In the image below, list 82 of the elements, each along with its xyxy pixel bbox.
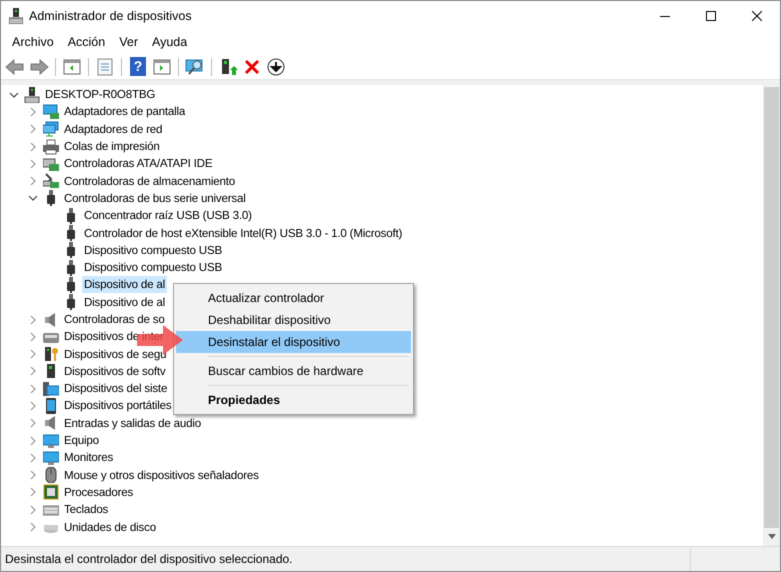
- tree-item[interactable]: DESKTOP-R0O8TBG: [43, 86, 158, 104]
- menu-item[interactable]: Propiedades: [176, 389, 411, 411]
- tree-item[interactable]: Concentrador raíz USB (USB 3.0): [82, 207, 254, 224]
- expand-chevron-icon[interactable]: [28, 470, 38, 480]
- tree-item[interactable]: Dispositivo de al: [82, 276, 168, 294]
- window-play-icon[interactable]: [152, 56, 172, 76]
- expand-chevron-icon[interactable]: [28, 124, 38, 134]
- device-key-icon: [43, 346, 59, 362]
- display-card-icon: [43, 104, 59, 120]
- menu-item[interactable]: Ver: [112, 31, 145, 54]
- scrollbar-thumb[interactable]: [764, 87, 779, 528]
- expand-chevron-icon[interactable]: [28, 158, 38, 169]
- expand-chevron-icon[interactable]: [28, 384, 38, 394]
- monitor-search-icon[interactable]: [185, 56, 205, 76]
- tree-item[interactable]: Dispositivos portátiles: [62, 397, 174, 414]
- tree-item[interactable]: Controladoras de bus serie universal: [62, 190, 248, 207]
- menu-item[interactable]: Ayuda: [144, 31, 194, 54]
- tree-item[interactable]: Dispositivos de segu: [62, 346, 168, 363]
- monitor-icon: [43, 432, 59, 449]
- menu-item[interactable]: Buscar cambios de hardware: [176, 360, 411, 382]
- tree-item[interactable]: Entradas y salidas de audio: [62, 414, 204, 432]
- expand-chevron-icon[interactable]: [28, 142, 38, 152]
- download-circle-icon[interactable]: [266, 56, 286, 76]
- mouse-icon: [43, 467, 59, 484]
- scroll-down-icon: [768, 534, 776, 538]
- close-icon: [752, 11, 762, 21]
- system-monitor-icon: [43, 380, 59, 397]
- back-arrow-icon[interactable]: [5, 56, 25, 76]
- tree-item[interactable]: Colas de impresión: [62, 138, 162, 156]
- tree-item[interactable]: Dispositivos del siste: [62, 380, 170, 398]
- computer-icon: [24, 86, 40, 103]
- menu-item[interactable]: Deshabilitar dispositivo: [176, 309, 411, 331]
- tree-item[interactable]: Dispositivo compuesto USB: [82, 259, 224, 276]
- expand-chevron-icon[interactable]: [28, 332, 38, 342]
- expand-chevron-icon[interactable]: [28, 366, 38, 376]
- expand-chevron-icon[interactable]: [28, 314, 38, 324]
- tree-item[interactable]: Dispositivo compuesto USB: [82, 242, 224, 259]
- menu-item[interactable]: Acción: [60, 31, 112, 54]
- expand-chevron-icon[interactable]: [28, 452, 38, 463]
- tree-item[interactable]: Controladoras ATA/ATAPI IDE: [62, 155, 214, 172]
- expand-chevron-icon[interactable]: [28, 436, 38, 446]
- menu-item[interactable]: Actualizar controlador: [176, 287, 411, 309]
- maximize-icon: [706, 11, 716, 21]
- expand-chevron-icon[interactable]: [28, 418, 38, 428]
- menu-item[interactable]: Desinstalar el dispositivo: [176, 331, 411, 353]
- expand-chevron-icon[interactable]: [28, 522, 38, 532]
- window-title: Administrador de dispositivos: [29, 8, 192, 25]
- forward-arrow-icon[interactable]: [29, 56, 49, 76]
- expand-chevron-icon[interactable]: [28, 487, 38, 498]
- collapse-chevron-icon[interactable]: [28, 193, 38, 204]
- expand-chevron-icon[interactable]: [28, 504, 38, 515]
- tree-item[interactable]: Monitores: [62, 449, 116, 466]
- properties-sheet-icon[interactable]: [95, 56, 115, 76]
- expand-chevron-icon[interactable]: [28, 400, 38, 411]
- tree-item[interactable]: Dispositivo de al: [82, 294, 168, 311]
- drive-board-icon: [43, 156, 59, 172]
- network-icon: [43, 121, 59, 138]
- printer-icon: [43, 138, 59, 155]
- status-text: Desinstala el controlador del dispositivo seleccionado.: [4, 551, 294, 568]
- tree-item[interactable]: Controlador de host eXtensible Intel(R) USB 3.0 - 1.0 (Microsoft): [82, 224, 404, 242]
- portable-device-icon: [43, 398, 59, 414]
- tree-item[interactable]: Equipo: [62, 432, 101, 450]
- tree-item[interactable]: Procesadores: [62, 484, 136, 501]
- monitor-icon: [43, 450, 59, 466]
- expand-chevron-icon[interactable]: [28, 106, 38, 117]
- help-button[interactable]: ?: [130, 57, 146, 76]
- window-panel-icon[interactable]: [62, 56, 82, 76]
- tree-item[interactable]: Mouse y otros dispositivos señaladores: [62, 466, 261, 484]
- menu-item[interactable]: Archivo: [5, 31, 61, 54]
- computer-icon: [9, 8, 23, 24]
- expand-chevron-icon[interactable]: [28, 176, 38, 186]
- tree-item[interactable]: Controladoras de so: [62, 311, 167, 328]
- expand-chevron-icon[interactable]: [28, 349, 38, 360]
- tree-item[interactable]: Unidades de disco: [62, 518, 158, 536]
- tree-item[interactable]: Teclados: [62, 501, 110, 518]
- storage-board-icon: [43, 173, 59, 190]
- processor-icon: [43, 484, 59, 500]
- tree-item[interactable]: Adaptadores de red: [62, 120, 164, 138]
- tree-item[interactable]: Controladoras de almacenamiento: [62, 172, 238, 190]
- tree-item[interactable]: Dispositivos de softv: [62, 362, 168, 380]
- collapse-chevron-icon[interactable]: [9, 90, 19, 100]
- tree-item[interactable]: Adaptadores de pantalla: [62, 103, 188, 120]
